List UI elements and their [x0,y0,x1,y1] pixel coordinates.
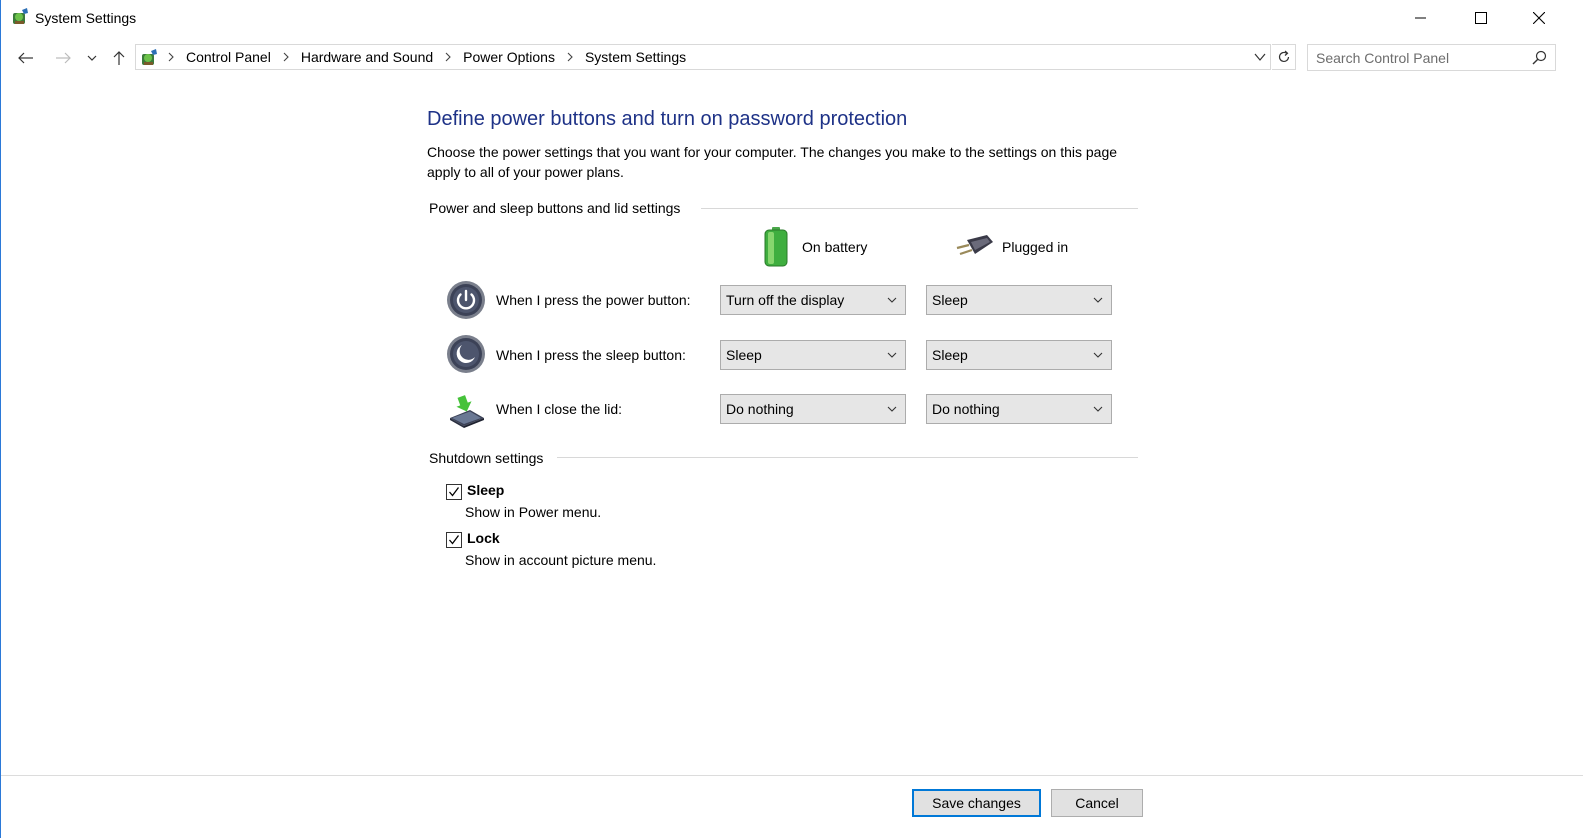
sleep-button-icon [447,335,485,373]
lock-checkbox[interactable] [446,532,462,548]
refresh-button[interactable] [1272,44,1296,70]
section-divider [557,457,1138,458]
maximize-button[interactable] [1453,0,1509,36]
power-plug-icon [956,235,993,256]
breadcrumb-separator-icon[interactable] [168,52,174,62]
search-input[interactable] [1308,45,1539,70]
search-icon[interactable] [1532,50,1547,65]
address-dropdown-icon[interactable] [1254,50,1266,64]
breadcrumb: Control Panel Hardware and Sound Power O… [162,45,686,69]
column-header-battery-label: On battery [802,239,868,255]
cancel-button[interactable]: Cancel [1051,789,1143,817]
battery-icon [764,227,788,267]
recent-locations-button[interactable] [81,44,103,72]
minimize-button[interactable] [1393,0,1449,36]
chevron-down-icon [87,55,97,61]
minimize-icon [1415,17,1426,19]
breadcrumb-system-settings[interactable]: System Settings [585,49,686,65]
column-header-plugged-label: Plugged in [1002,239,1069,255]
power-section-title: Power and sleep buttons and lid settings [429,200,681,216]
chevron-down-icon [887,297,897,303]
breadcrumb-hardware-and-sound[interactable]: Hardware and Sound [301,49,433,65]
shutdown-section-title: Shutdown settings [429,450,544,466]
lock-option-title[interactable]: Lock [467,530,500,546]
sleep-option-title[interactable]: Sleep [467,482,504,498]
refresh-icon [1278,50,1289,63]
lid-label: When I close the lid: [496,401,623,417]
power-button-plugged-select[interactable]: Sleep [926,285,1112,315]
sleep-button-plugged-select[interactable]: Sleep [926,340,1112,370]
control-panel-icon [13,8,28,24]
page-title: Define power buttons and turn on passwor… [427,108,908,130]
section-divider [701,208,1138,209]
footer-divider [1,775,1583,776]
back-arrow-icon [18,52,33,64]
forward-button[interactable] [50,44,76,72]
select-value: Sleep [932,292,968,308]
power-button-icon [447,281,485,319]
address-bar[interactable]: Control Panel Hardware and Sound Power O… [135,44,1271,70]
close-button[interactable] [1511,0,1567,36]
lock-option-subtitle: Show in account picture menu. [465,552,657,568]
checkmark-icon [449,487,460,497]
checkmark-icon [449,535,460,545]
breadcrumb-separator-icon[interactable] [283,52,289,62]
breadcrumb-separator-icon[interactable] [445,52,451,62]
breadcrumb-separator-icon[interactable] [567,52,573,62]
control-panel-icon [142,49,157,65]
search-box [1307,44,1556,71]
power-button-battery-select[interactable]: Turn off the display [720,285,906,315]
page-description: Choose the power settings that you want … [427,144,1118,180]
select-value: Sleep [726,347,762,363]
chevron-down-icon [1093,352,1103,358]
sleep-button-label: When I press the sleep button: [496,347,686,363]
sleep-checkbox[interactable] [446,484,462,500]
chevron-down-icon [1093,406,1103,412]
breadcrumb-control-panel[interactable]: Control Panel [186,49,271,65]
save-changes-button[interactable]: Save changes [912,789,1041,817]
select-value: Do nothing [726,401,794,417]
select-value: Sleep [932,347,968,363]
title-bar: System Settings [1,0,1583,36]
power-button-label: When I press the power button: [496,292,691,308]
lid-plugged-select[interactable]: Do nothing [926,394,1112,424]
laptop-lid-icon [450,395,484,428]
maximize-icon [1475,12,1487,24]
up-arrow-icon [113,51,125,65]
up-button[interactable] [106,44,132,72]
chevron-down-icon [887,406,897,412]
system-settings-window: System Settings Control Panel Hardware a… [0,0,1583,838]
lid-battery-select[interactable]: Do nothing [720,394,906,424]
chevron-down-icon [887,352,897,358]
window-title: System Settings [35,10,137,26]
column-header-battery: On battery [761,226,867,268]
breadcrumb-power-options[interactable]: Power Options [463,49,555,65]
back-button[interactable] [13,44,39,72]
close-icon [1533,12,1545,24]
chevron-down-icon [1093,297,1103,303]
sleep-button-battery-select[interactable]: Sleep [720,340,906,370]
sleep-option-subtitle: Show in Power menu. [465,504,602,520]
column-header-plugged: Plugged in [953,226,1068,268]
forward-arrow-icon [56,52,71,64]
select-value: Turn off the display [726,292,845,308]
select-value: Do nothing [932,401,1000,417]
